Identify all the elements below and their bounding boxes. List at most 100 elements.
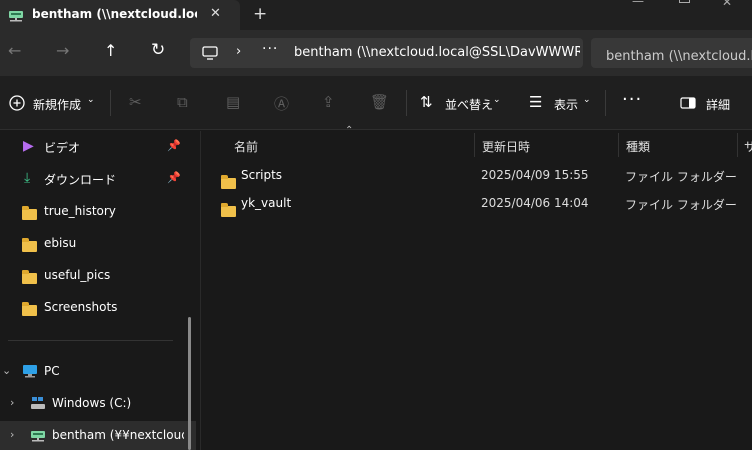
sidebar-divider (8, 340, 173, 341)
network-drive-icon (9, 11, 23, 22)
chevron-down-icon: ⌄ (493, 95, 501, 105)
plus-circle-icon (9, 95, 25, 111)
download-icon: ⤓ (24, 170, 31, 186)
column-header-size[interactable]: サイズ (744, 138, 752, 155)
address-path[interactable]: bentham (\\nextcloud.local@SSL\DavWWWRoo… (294, 45, 580, 60)
monitor-icon (202, 46, 218, 60)
sidebar-item-screenshots[interactable]: Screenshots (0, 293, 196, 323)
sort-button[interactable]: ⇅ 並べ替え ⌄ (410, 76, 504, 130)
sidebar-item-label: true_history (44, 204, 116, 218)
video-icon: ▶ (23, 138, 34, 154)
sidebar-item-label: useful_pics (44, 268, 111, 282)
column-divider[interactable] (474, 133, 475, 157)
sidebar-item-label: ビデオ (44, 141, 81, 155)
sort-icon: ⇅ (420, 93, 433, 111)
toolbar-divider (406, 90, 407, 116)
sidebar-item-label: Screenshots (44, 300, 118, 314)
sidebar-item-true-history[interactable]: true_history (0, 197, 196, 227)
delete-icon[interactable]: 🗑 (370, 93, 389, 111)
sidebar-item-label: ダウンロード (44, 173, 117, 187)
active-tab[interactable]: bentham (\\nextcloud.local@SSL\DavWWWRoo… (0, 0, 240, 30)
close-tab-icon[interactable]: ✕ (210, 6, 221, 21)
more-breadcrumbs-icon[interactable]: ··· (262, 41, 278, 57)
details-pane-icon (680, 97, 696, 109)
folder-icon (22, 302, 37, 320)
forward-arrow-icon[interactable]: → (56, 41, 69, 60)
file-name: Scripts (241, 168, 283, 182)
view-button[interactable]: ☰ 表示 ⌄ (520, 76, 594, 130)
search-box[interactable]: bentham (\\nextcloud.local@SSL\DavWWWRoo… (591, 38, 752, 68)
details-button-label: 詳細 (706, 98, 731, 112)
column-header-type[interactable]: 種類 (626, 138, 650, 155)
sidebar-item-videos[interactable]: ▶ ビデオ 📌 (0, 132, 196, 162)
command-bar: 新規作成 ⌄ ✂ ⧉ ▤ Ⓐ ⇪ 🗑 ⇅ 並べ替え ⌄ ☰ 表示 ⌄ ··· 詳… (0, 76, 752, 130)
search-input[interactable]: bentham (\\nextcloud.local@SSL\DavWWWRoo… (606, 45, 752, 64)
cut-icon[interactable]: ✂ (129, 93, 142, 111)
column-divider[interactable] (737, 133, 738, 157)
close-window-icon[interactable]: ✕ (722, 0, 732, 9)
column-divider[interactable] (618, 133, 619, 157)
chevron-right-icon[interactable]: › (10, 428, 14, 441)
sidebar-item-bentham[interactable]: › bentham (¥¥nextcloud.local@SSL¥DavWWWR… (0, 421, 196, 450)
table-row[interactable]: yk_vault 2025/04/06 14:04 ファイル フォルダー (202, 190, 752, 218)
sidebar-item-downloads[interactable]: ⤓ ダウンロード 📌 (0, 164, 196, 194)
file-explorer-window: bentham (\\nextcloud.local@SSL\DavWWWRoo… (0, 0, 752, 450)
copy-icon[interactable]: ⧉ (177, 93, 188, 111)
paste-icon[interactable]: ▤ (226, 93, 240, 111)
sort-button-label: 並べ替え (445, 98, 494, 112)
minimize-icon[interactable]: — (632, 0, 644, 8)
table-row[interactable]: Scripts 2025/04/09 15:55 ファイル フォルダー (202, 162, 752, 190)
file-type: ファイル フォルダー (625, 198, 737, 212)
file-modified: 2025/04/06 14:04 (481, 196, 589, 210)
folder-icon (22, 270, 37, 288)
folder-icon (22, 206, 37, 224)
chevron-down-icon: ⌄ (583, 95, 591, 105)
column-header-name[interactable]: 名前 (234, 138, 258, 155)
network-drive-icon (31, 431, 45, 442)
folder-icon (22, 238, 37, 256)
sidebar-item-label: ebisu (44, 236, 77, 250)
up-arrow-icon[interactable]: ↑ (104, 41, 117, 60)
new-button[interactable]: 新規作成 ⌄ (0, 76, 100, 130)
file-list: ⌃ 名前 更新日時 種類 サイズ Scripts 2025/04/09 15:5… (202, 125, 752, 450)
share-icon[interactable]: ⇪ (322, 93, 335, 111)
sidebar-item-windows-c[interactable]: › Windows (C:) (0, 389, 196, 419)
sort-ascending-icon: ⌃ (345, 125, 354, 136)
sidebar-item-useful-pics[interactable]: useful_pics (0, 261, 196, 291)
view-button-label: 表示 (554, 98, 579, 112)
chevron-down-icon[interactable]: ⌄ (2, 364, 11, 377)
sidebar-scrollbar[interactable] (188, 317, 191, 450)
toolbar-divider (110, 90, 111, 116)
column-header-row: ⌃ 名前 更新日時 種類 サイズ (202, 125, 752, 159)
maximize-icon[interactable] (679, 0, 690, 3)
rename-icon[interactable]: Ⓐ (274, 93, 289, 114)
address-bar[interactable]: › ··· bentham (\\nextcloud.local@SSL\Dav… (190, 38, 583, 68)
folder-icon (221, 202, 236, 221)
new-button-label: 新規作成 (33, 98, 82, 112)
sidebar-item-label: PC (44, 364, 60, 378)
pin-icon: 📌 (167, 139, 181, 152)
navigation-bar: ← → ↑ ↻ › ··· bentham (\\nextcloud.local… (0, 30, 752, 76)
pc-icon (23, 365, 37, 378)
new-tab-button[interactable]: + (253, 4, 267, 24)
sidebar-item-label: Windows (C:) (52, 396, 132, 410)
column-header-modified[interactable]: 更新日時 (482, 138, 530, 155)
back-arrow-icon[interactable]: ← (8, 41, 21, 60)
breadcrumb-chevron-icon[interactable]: › (236, 44, 241, 59)
navigation-pane: ▶ ビデオ 📌 ⤓ ダウンロード 📌 true_history ebisu us… (0, 131, 201, 450)
tab-title: bentham (\\nextcloud.local@SSL\DavWWWRoo… (32, 7, 197, 21)
drive-icon (31, 397, 45, 409)
title-bar: bentham (\\nextcloud.local@SSL\DavWWWRoo… (0, 0, 752, 30)
file-type: ファイル フォルダー (625, 170, 737, 184)
sidebar-item-ebisu[interactable]: ebisu (0, 229, 196, 259)
chevron-down-icon: ⌄ (87, 95, 95, 105)
file-name: yk_vault (241, 196, 292, 210)
pin-icon: 📌 (167, 171, 181, 184)
sidebar-item-pc[interactable]: ⌄ PC (0, 357, 196, 387)
chevron-right-icon[interactable]: › (10, 396, 14, 409)
more-options-icon[interactable]: ··· (622, 89, 642, 110)
details-pane-button[interactable]: 詳細 (670, 76, 752, 130)
sidebar-item-label: bentham (¥¥nextcloud.local@SSL¥DavWWWRoo… (52, 428, 184, 442)
toolbar-divider (605, 90, 606, 116)
refresh-icon[interactable]: ↻ (151, 40, 165, 60)
